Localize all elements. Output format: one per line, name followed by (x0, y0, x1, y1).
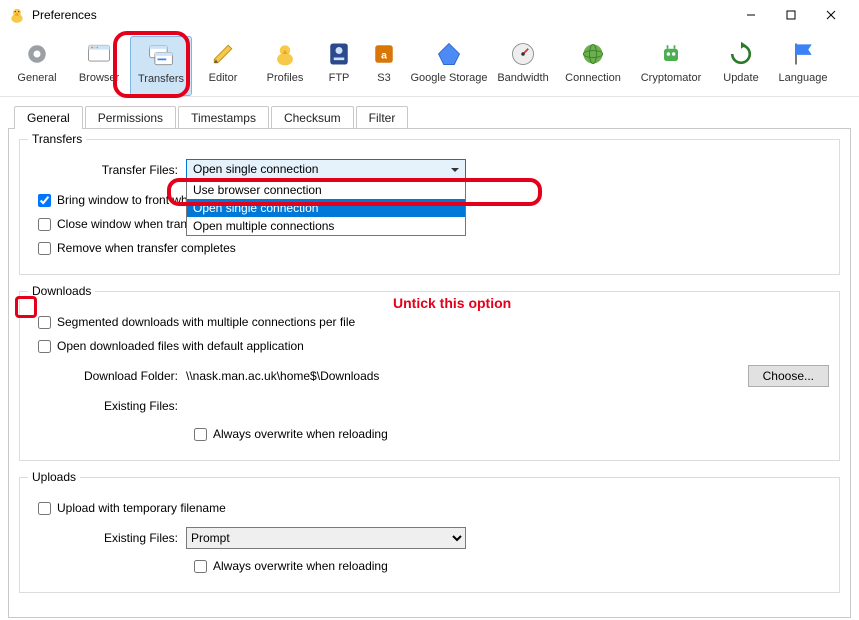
downloads-overwrite-reload-checkbox[interactable] (194, 428, 207, 441)
robot-icon (657, 40, 685, 68)
minimize-button[interactable] (731, 0, 771, 30)
toolbar-s3[interactable]: a S3 (362, 36, 406, 96)
transfer-files-option-browser[interactable]: Use browser connection (187, 181, 465, 199)
tab-timestamps[interactable]: Timestamps (178, 106, 269, 129)
toolbar-browser[interactable]: Browser (68, 36, 130, 96)
remove-complete-label: Remove when transfer completes (57, 241, 236, 255)
tab-page-general: Untick this option Transfers Transfer Fi… (8, 128, 851, 618)
google-storage-icon (435, 40, 463, 68)
group-downloads: Downloads Segmented downloads with multi… (19, 291, 840, 461)
transfer-files-option-multiple[interactable]: Open multiple connections (187, 217, 465, 235)
toolbar-general[interactable]: General (6, 36, 68, 96)
toolbar-profiles[interactable]: Profiles (254, 36, 316, 96)
refresh-icon (727, 40, 755, 68)
toolbar-language[interactable]: Language (772, 36, 834, 96)
toolbar-cryptomator[interactable]: Cryptomator (632, 36, 710, 96)
tab-permissions[interactable]: Permissions (85, 106, 176, 129)
maximize-button[interactable] (771, 0, 811, 30)
group-transfers: Transfers Transfer Files: Open single co… (19, 139, 840, 275)
globe-icon (579, 40, 607, 68)
transfer-files-option-single[interactable]: Open single connection (187, 199, 465, 217)
toolbar: General Browser Transfers Editor Pro (0, 30, 859, 97)
toolbar-ftp[interactable]: FTP (316, 36, 362, 96)
gear-icon (23, 40, 51, 68)
toolbar-update[interactable]: Update (710, 36, 772, 96)
download-folder-label: Download Folder: (30, 369, 178, 383)
upload-temp-filename-checkbox[interactable] (38, 502, 51, 515)
ftp-icon (325, 40, 353, 68)
uploads-overwrite-reload-checkbox[interactable] (194, 560, 207, 573)
choose-folder-button[interactable]: Choose... (748, 365, 829, 387)
uploads-overwrite-reload-label: Always overwrite when reloading (213, 559, 388, 573)
transfer-files-combo[interactable]: Open single connection (186, 159, 466, 181)
transfers-icon (147, 41, 175, 69)
duck-icon (271, 40, 299, 68)
flag-icon (789, 40, 817, 68)
group-transfers-caption: Transfers (28, 132, 86, 146)
downloads-overwrite-reload-label: Always overwrite when reloading (213, 427, 388, 441)
tab-filter[interactable]: Filter (356, 106, 409, 129)
tab-general[interactable]: General (14, 106, 83, 129)
toolbar-editor[interactable]: Editor (192, 36, 254, 96)
transfer-files-dropdown: Use browser connection Open single conne… (186, 180, 466, 236)
segmented-downloads-label: Segmented downloads with multiple connec… (57, 315, 355, 329)
toolbar-transfers[interactable]: Transfers (130, 36, 192, 96)
tab-strip: General Permissions Timestamps Checksum … (14, 106, 859, 129)
browser-icon (85, 40, 113, 68)
open-downloaded-checkbox[interactable] (38, 340, 51, 353)
group-downloads-caption: Downloads (28, 284, 95, 298)
gauge-icon (509, 40, 537, 68)
uploads-existing-files-label: Existing Files: (30, 531, 178, 545)
toolbar-connection[interactable]: Connection (554, 36, 632, 96)
toolbar-google-storage[interactable]: Google Storage (406, 36, 492, 96)
transfer-files-label: Transfer Files: (30, 163, 178, 177)
open-downloaded-label: Open downloaded files with default appli… (57, 339, 304, 353)
remove-complete-checkbox[interactable] (38, 242, 51, 255)
group-uploads-caption: Uploads (28, 470, 80, 484)
toolbar-bandwidth[interactable]: Bandwidth (492, 36, 554, 96)
close-button[interactable] (811, 0, 851, 30)
download-folder-value: \\nask.man.ac.uk\home$\Downloads (186, 369, 379, 383)
tab-checksum[interactable]: Checksum (271, 106, 354, 129)
app-icon (8, 6, 26, 24)
pencil-icon (209, 40, 237, 68)
s3-icon: a (370, 40, 398, 68)
segmented-downloads-checkbox[interactable] (38, 316, 51, 329)
uploads-existing-files-combo[interactable]: Prompt (186, 527, 466, 549)
upload-temp-filename-label: Upload with temporary filename (57, 501, 226, 515)
window-title: Preferences (32, 8, 731, 22)
close-window-checkbox[interactable] (38, 218, 51, 231)
bring-to-front-checkbox[interactable] (38, 194, 51, 207)
downloads-existing-files-label: Existing Files: (30, 399, 178, 413)
svg-text:a: a (381, 49, 387, 61)
group-uploads: Uploads Upload with temporary filename E… (19, 477, 840, 593)
